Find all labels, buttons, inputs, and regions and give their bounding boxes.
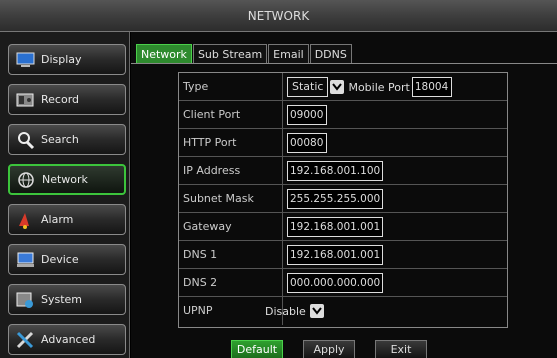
row-dns1: DNS 1 192.168.001.001 — [179, 241, 507, 269]
apply-button[interactable]: Apply — [303, 340, 355, 358]
sidebar-item-label: Device — [41, 253, 79, 266]
window-title: NETWORK — [0, 0, 557, 32]
exit-button[interactable]: Exit — [375, 340, 427, 358]
sidebar-item-label: System — [41, 293, 83, 306]
network-settings-table: Type Static Mobile Port 18004 Client Por… — [178, 72, 508, 328]
system-icon — [15, 290, 37, 310]
row-gateway: Gateway 192.168.001.001 — [179, 213, 507, 241]
device-icon — [15, 250, 37, 270]
chevron-down-icon — [309, 304, 324, 318]
client-port-label: Client Port — [179, 101, 283, 129]
tab-divider — [131, 63, 557, 64]
sidebar-item-search[interactable]: Search — [8, 124, 126, 155]
sidebar-item-label: Display — [41, 53, 82, 66]
gateway-label: Gateway — [179, 213, 283, 241]
sidebar-item-alarm[interactable]: Alarm — [8, 204, 126, 235]
ip-address-label: IP Address — [179, 157, 283, 185]
tab-network[interactable]: Network — [136, 44, 192, 64]
tab-email[interactable]: Email — [268, 44, 309, 64]
alarm-icon — [15, 210, 37, 230]
sidebar-item-network[interactable]: Network — [8, 164, 126, 195]
tab-sub-stream[interactable]: Sub Stream — [192, 44, 268, 64]
gateway-field[interactable]: 192.168.001.001 — [287, 217, 383, 237]
mobile-port-field[interactable]: 18004 — [411, 77, 452, 97]
row-client-port: Client Port 09000 — [179, 101, 507, 129]
subnet-mask-label: Subnet Mask — [179, 185, 283, 213]
row-http-port: HTTP Port 00080 — [179, 129, 507, 157]
subnet-mask-field[interactable]: 255.255.255.000 — [287, 189, 383, 209]
type-value: Static — [287, 77, 329, 97]
sidebar-item-display[interactable]: Display — [8, 44, 126, 75]
sidebar-item-label: Search — [41, 133, 79, 146]
row-type: Type Static Mobile Port 18004 — [179, 73, 507, 101]
sidebar-item-record[interactable]: Record — [8, 84, 126, 115]
search-icon — [15, 130, 37, 150]
dns1-label: DNS 1 — [179, 241, 283, 269]
type-label: Type — [179, 73, 283, 101]
http-port-label: HTTP Port — [179, 129, 283, 157]
sidebar-item-label: Advanced — [41, 333, 96, 346]
row-upnp: UPNP Disable — [179, 297, 507, 325]
tab-ddns[interactable]: DDNS — [309, 44, 352, 64]
upnp-select[interactable]: Disable — [265, 301, 324, 321]
network-panel: Network Sub Stream Email DDNS Type Stati… — [131, 32, 557, 358]
ip-address-field[interactable]: 192.168.001.100 — [287, 161, 383, 181]
http-port-field[interactable]: 00080 — [287, 133, 327, 153]
sidebar-item-device[interactable]: Device — [8, 244, 126, 275]
sidebar-item-system[interactable]: System — [8, 284, 126, 315]
row-dns2: DNS 2 000.000.000.000 — [179, 269, 507, 297]
record-icon — [15, 90, 37, 110]
upnp-value: Disable — [265, 304, 306, 318]
sidebar: Display Record Search Network Alarm Devi… — [0, 32, 130, 358]
chevron-down-icon — [330, 80, 345, 94]
mobile-port-label: Mobile Port — [348, 80, 410, 94]
sidebar-item-label: Alarm — [41, 213, 74, 226]
type-select[interactable]: Static — [287, 77, 345, 97]
network-icon — [16, 170, 38, 190]
monitor-icon — [15, 50, 37, 70]
tab-bar: Network Sub Stream Email DDNS — [136, 44, 353, 64]
sidebar-item-advanced[interactable]: Advanced — [8, 324, 126, 355]
row-subnet-mask: Subnet Mask 255.255.255.000 — [179, 185, 507, 213]
client-port-field[interactable]: 09000 — [287, 105, 327, 125]
advanced-icon — [15, 330, 37, 350]
row-ip-address: IP Address 192.168.001.100 — [179, 157, 507, 185]
default-button[interactable]: Default — [231, 340, 283, 358]
dns2-field[interactable]: 000.000.000.000 — [287, 273, 383, 293]
sidebar-item-label: Network — [42, 173, 88, 186]
sidebar-item-label: Record — [41, 93, 80, 106]
dns2-label: DNS 2 — [179, 269, 283, 297]
dns1-field[interactable]: 192.168.001.001 — [287, 245, 383, 265]
